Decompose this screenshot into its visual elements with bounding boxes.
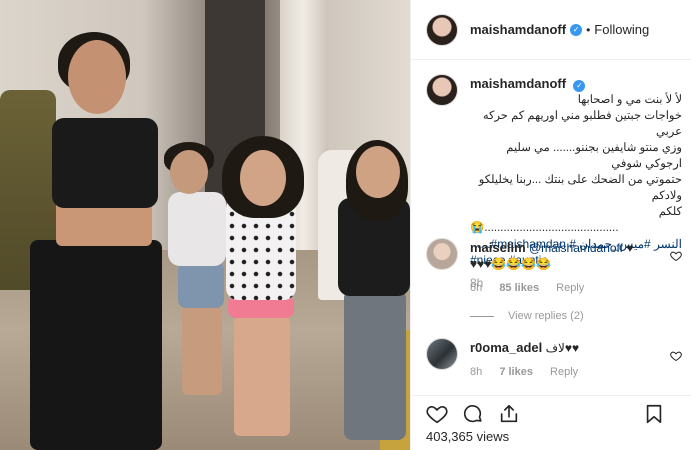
comment-text: ♥ [623,241,634,255]
share-icon[interactable] [497,402,521,426]
comment-meta: 6h 85 likes Reply [470,280,670,296]
comment-meta: 8h 7 likes Reply [470,364,670,380]
comments-list[interactable]: maishamdanoff ✓ لأ لأ بنت مي و اصحابها خ… [411,60,691,395]
caption-author-avatar[interactable] [426,74,458,106]
comment-likes[interactable]: 85 likes [499,282,539,294]
comment-likes[interactable]: 7 likes [499,366,533,378]
verified-badge-icon: ✓ [573,80,586,92]
comment-like-heart-icon[interactable] [670,350,682,365]
author-avatar[interactable] [426,13,458,46]
following-button[interactable]: Following [594,22,649,37]
post-video[interactable] [0,0,410,450]
caption-line: وزي منتو شايفين بجننو....... مي سليم ارج… [506,142,682,170]
comment-mention[interactable]: @maishamdanoff [529,241,623,255]
post-actions: 403,365 views [411,395,691,450]
caption-line: كلكم [658,206,682,218]
bookmark-icon[interactable] [642,402,666,426]
instagram-post: maishamdanoff ✓ • Following maishamdanof… [0,0,691,450]
author-username[interactable]: maishamdanoff [470,22,566,37]
caption-line: لأ لأ بنت مي و اصحابها [577,94,682,106]
replies-line [470,315,494,317]
view-replies-button[interactable]: View replies (2) [470,308,670,324]
commenter-avatar[interactable] [426,238,458,270]
caption-line: حتموتي من الضحك على بنتك ...ربنا يخليلكو… [478,174,682,202]
separator-dot: • [586,22,591,37]
heart-icon[interactable] [425,402,449,426]
comment-time: 8h [470,366,483,378]
comment-username[interactable]: r0oma_adel [470,340,542,355]
comment-reply-button[interactable]: Reply [550,366,578,378]
comment-text-line2: ♥♥♥😂😂😂😂 [470,257,552,271]
comment-icon[interactable] [461,402,485,426]
action-icons [425,400,680,428]
caption-line: 😭.......................................… [470,222,619,234]
view-replies-label: View replies (2) [508,310,584,322]
commenter-avatar[interactable] [426,338,458,370]
comment-reply-button[interactable]: Reply [556,282,584,294]
caption-username[interactable]: maishamdanoff [470,76,566,91]
post-side-panel: maishamdanoff ✓ • Following maishamdanof… [410,0,691,450]
post-header: maishamdanoff ✓ • Following [411,0,691,60]
comment-username[interactable]: maiselim [470,240,526,255]
comment-like-heart-icon[interactable] [670,250,682,265]
comment-text: لاف♥♥ [545,341,580,355]
comment-time: 6h [470,282,483,294]
view-count[interactable]: 403,365 views [426,429,509,444]
caption-line: خواجات جبتين فطلبو مني اوريهم كم حركه عر… [482,110,682,138]
verified-badge-icon: ✓ [570,23,583,36]
